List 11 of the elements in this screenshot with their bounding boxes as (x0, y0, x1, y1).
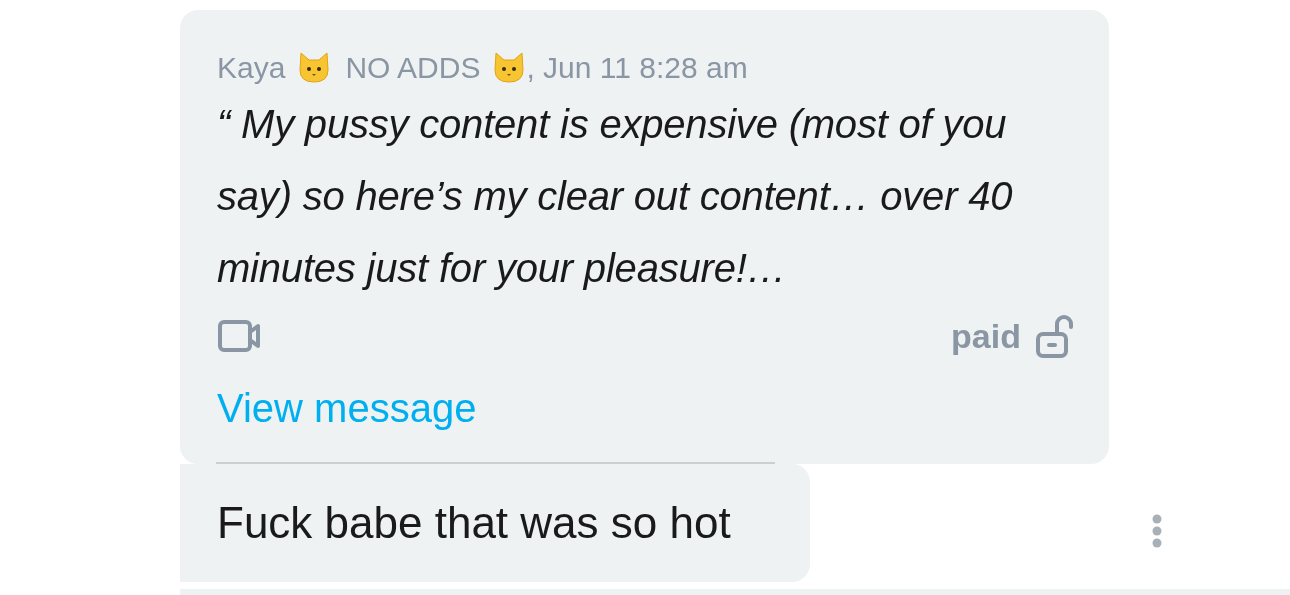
quoted-message-text: “ My pussy content is expensive (most of you say) so here’s my clear out content… over 40 minutes just for your pleasure!… (216, 101, 1014, 292)
price-status: paid (951, 315, 1021, 357)
more-options-icon[interactable] (1151, 514, 1163, 548)
cat-face-icon (492, 50, 527, 84)
message-timestamp: , Jun 11 8:28 am (526, 49, 748, 86)
author-name: Kaya (217, 49, 286, 86)
reply-text: Fuck babe that was so hot (217, 497, 731, 549)
video-camera-icon (217, 319, 261, 353)
view-message-link[interactable]: View message (217, 378, 477, 438)
cat-face-icon (297, 50, 332, 84)
author-tag: NO ADDS (345, 44, 481, 90)
